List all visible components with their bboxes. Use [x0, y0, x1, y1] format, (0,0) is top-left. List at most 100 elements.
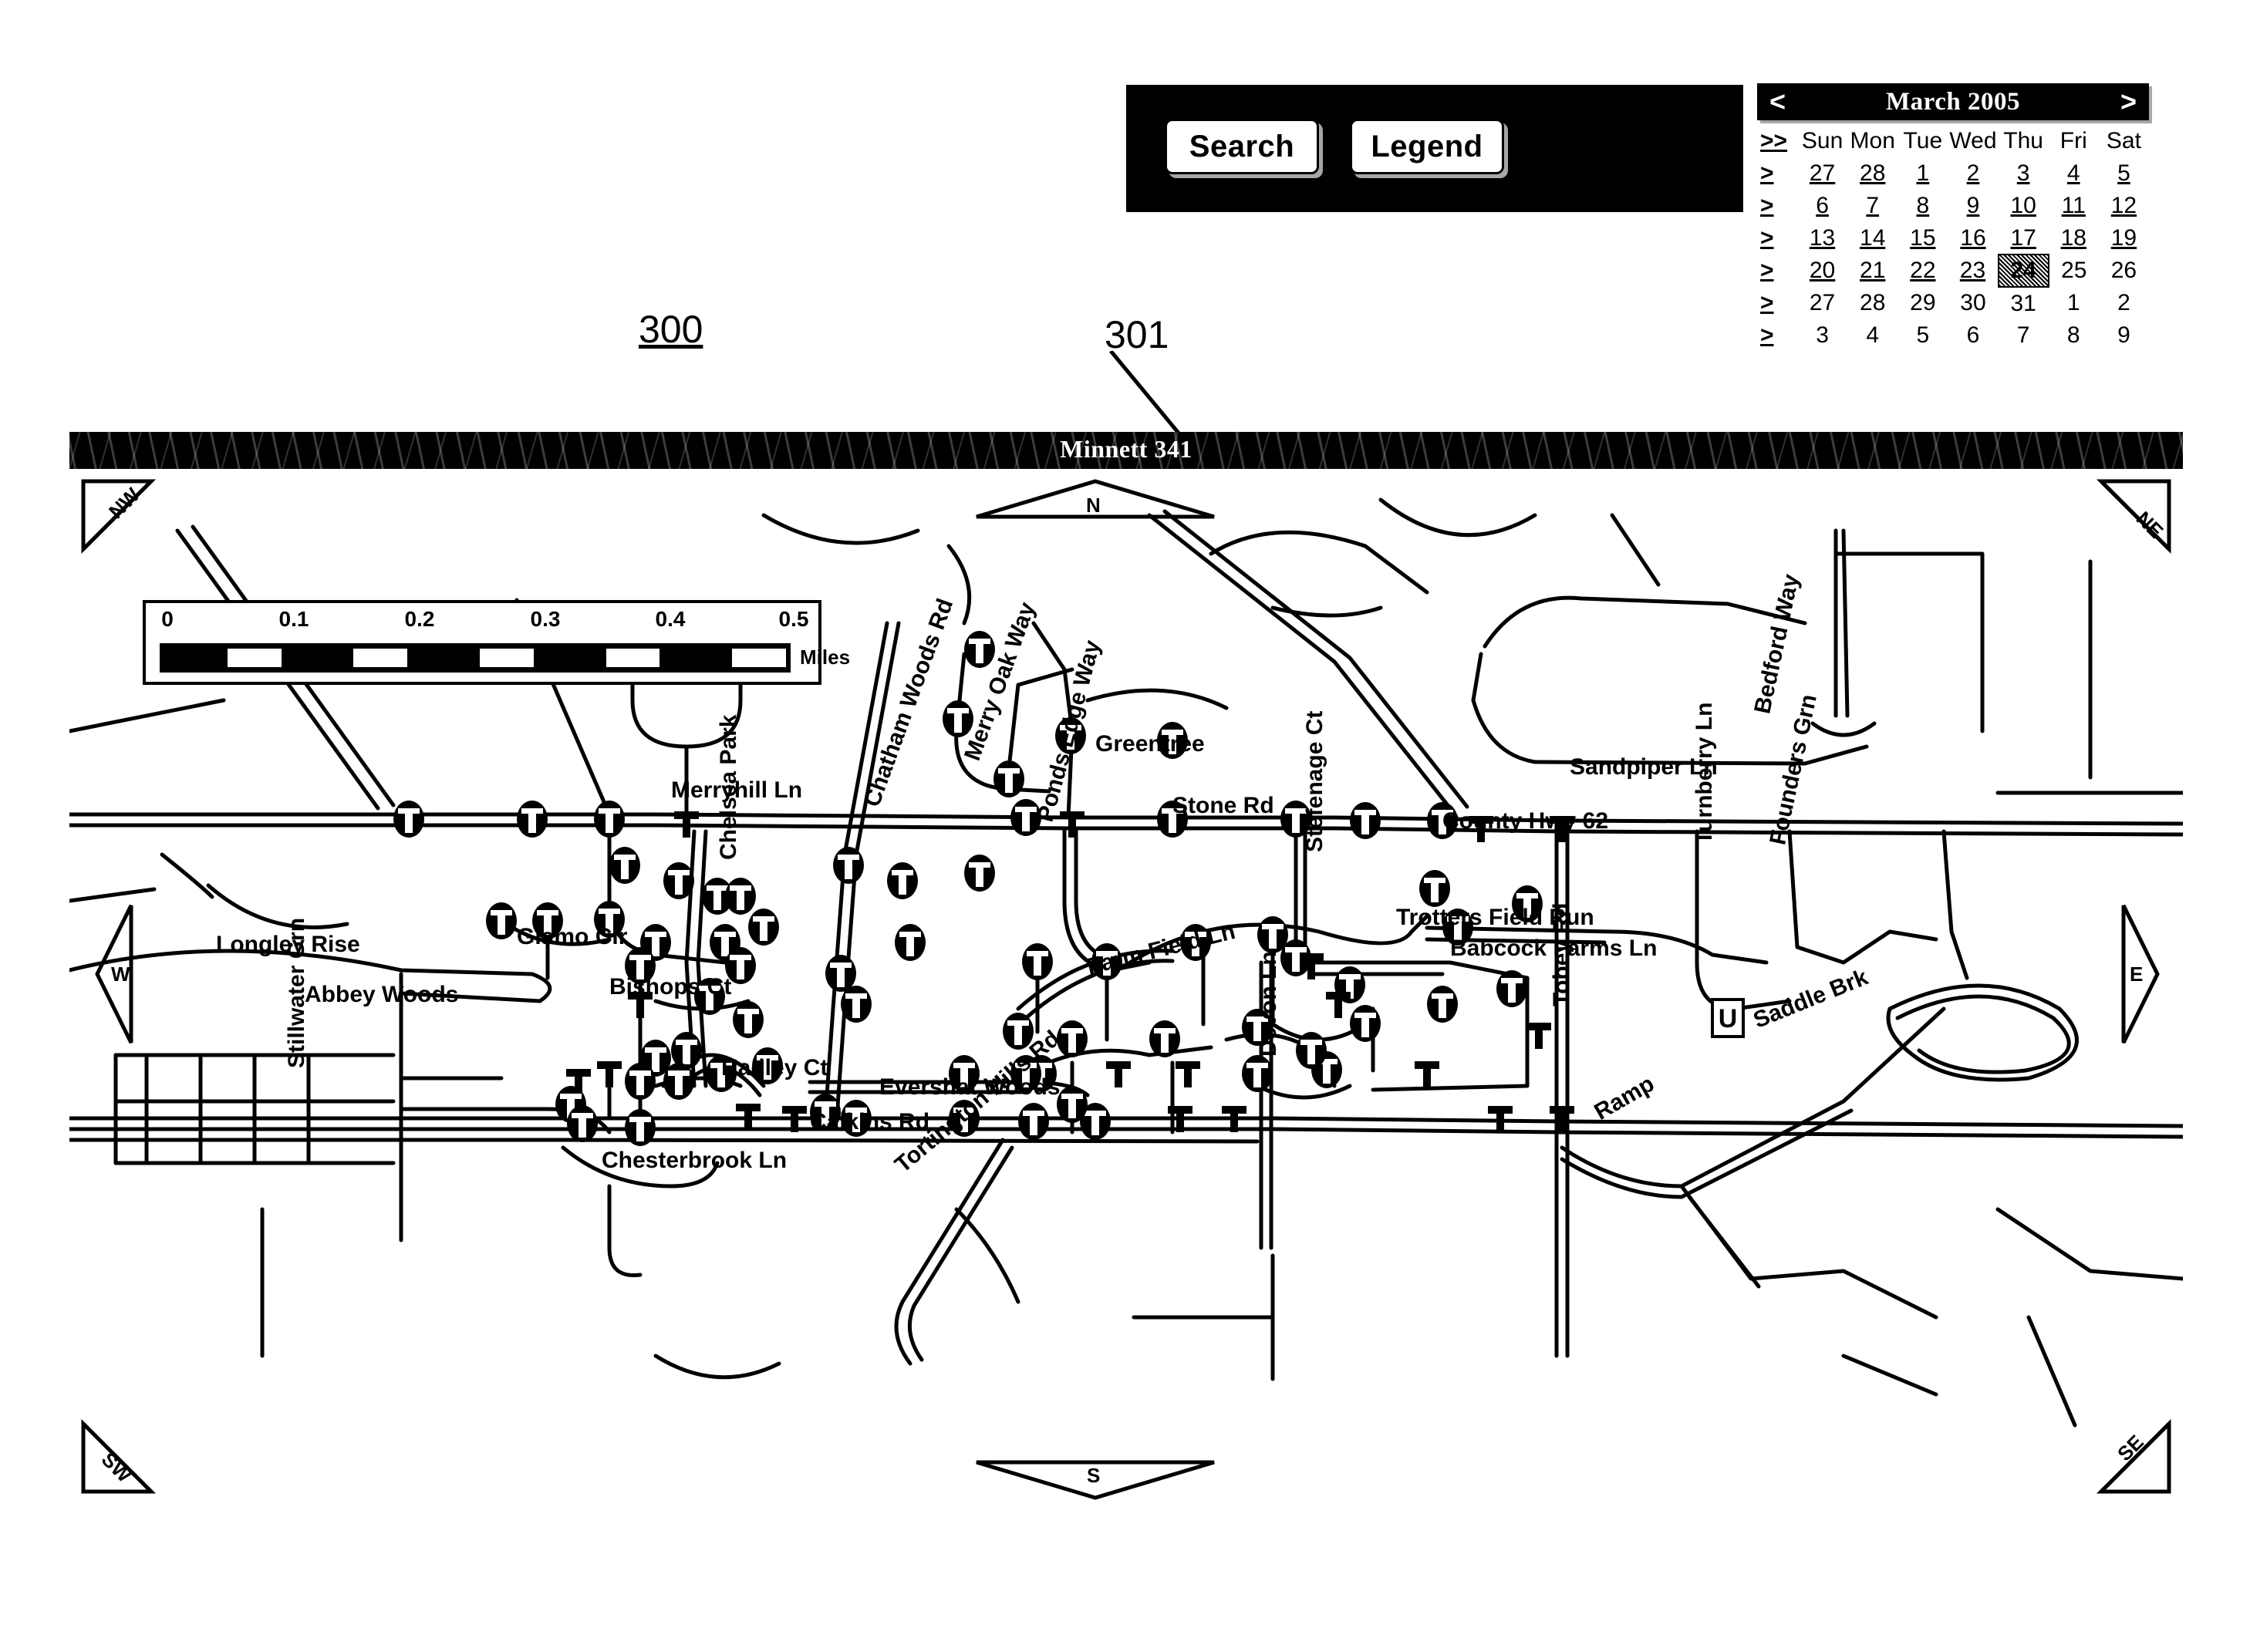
calendar-day-cell[interactable]: 15	[1897, 222, 1948, 255]
calendar-day-cell[interactable]: 21	[1847, 255, 1897, 287]
calendar-day-cell[interactable]: 8	[1897, 190, 1948, 222]
street-label: Devon Ln	[1256, 951, 1281, 1057]
calendar-day-cell: 7	[2016, 322, 2030, 348]
calendar-day-cell[interactable]: 2	[1948, 157, 1998, 190]
calendar-select-week-button[interactable]: >	[1757, 190, 1797, 222]
calendar-day-cell[interactable]: 1	[1897, 157, 1948, 190]
calendar-day-cell[interactable]: 19	[2099, 222, 2149, 255]
calendar-header: < March 2005 >	[1757, 83, 2149, 120]
map-window: Minnett 341 0 0.1 0.2 0.3 0.4 0.5 Miles …	[69, 432, 2183, 1512]
calendar-week-row: >6 7 8 9 10 11 12	[1757, 190, 2149, 222]
calendar-day-cell[interactable]: 22	[1897, 255, 1948, 287]
compass-se-icon: SE	[2096, 1418, 2171, 1494]
calendar-day-cell[interactable]: 23	[1948, 255, 1998, 287]
street-label: Abbey Woods	[305, 982, 459, 1007]
calendar-week-row: >27 28 1 2 3 4 5	[1757, 157, 2149, 190]
calendar-day-cell[interactable]: 24	[1997, 254, 2049, 288]
calendar-day-cell: 3	[1816, 322, 1829, 348]
svg-text:N: N	[1086, 494, 1101, 517]
calendar-prev-month-button[interactable]: <	[1759, 88, 1796, 116]
map-canvas[interactable]: 0 0.1 0.2 0.3 0.4 0.5 Miles NW NE SW SE …	[69, 469, 2183, 1512]
street-label: Stillwater Grn	[284, 917, 309, 1068]
scale-tick: 0.4	[655, 607, 686, 631]
scale-segment	[606, 649, 660, 667]
calendar-week-row: >20 21 22 23 24 25 26	[1757, 254, 2149, 288]
calendar-select-week-button[interactable]: >	[1757, 255, 1797, 287]
street-label: Turnberry Ln	[1692, 702, 1717, 845]
calendar-weekday-row: >> Sun Mon Tue Wed Thu Fri Sat	[1757, 125, 2149, 157]
svg-text:SW: SW	[97, 1448, 137, 1487]
calendar-day-cell[interactable]: 20	[1797, 255, 1847, 287]
calendar-select-week-button[interactable]: >	[1757, 222, 1797, 255]
calendar-day-cell: 4	[1866, 322, 1880, 348]
calendar-day-cell[interactable]: 12	[2099, 190, 2149, 222]
calendar-select-week-button[interactable]: >	[1757, 157, 1797, 190]
calendar-day-cell[interactable]: 4	[2049, 157, 2099, 190]
calendar-day-cell[interactable]: 17	[1999, 222, 2049, 255]
calendar-day-cell: 31	[2010, 290, 2036, 316]
weekday-header: Fri	[2059, 128, 2087, 153]
weekday-header: Wed	[1949, 128, 1997, 153]
calendar-day-cell[interactable]: 13	[1797, 222, 1847, 255]
map-toolbar: Search Legend	[1126, 85, 1743, 212]
calendar-day-cell[interactable]: 10	[1999, 190, 2049, 222]
calendar-day-cell: 25	[2061, 258, 2087, 283]
calendar-select-all-weeks[interactable]: >>	[1757, 125, 1797, 157]
calendar-week-row: >27 28 29 30 31 1 2	[1757, 287, 2149, 319]
compass-nw-icon: NW	[81, 479, 157, 555]
street-label: Glamo Cir	[517, 924, 628, 949]
scale-segment	[417, 649, 471, 667]
scale-tick-labels: 0 0.1 0.2 0.3 0.4 0.5	[146, 607, 825, 635]
date-picker-calendar: < March 2005 > >> Sun Mon Tue Wed Thu Fr…	[1757, 83, 2149, 352]
scale-segment	[732, 649, 786, 667]
calendar-day-cell[interactable]: 7	[1847, 190, 1897, 222]
search-button[interactable]: Search	[1165, 119, 1319, 174]
compass-w-icon: W	[95, 904, 133, 1044]
street-label: Hadley Ct	[721, 1055, 828, 1081]
calendar-month-title: March 2005	[1886, 87, 2020, 116]
map-title-bar: Minnett 341	[69, 432, 2183, 469]
legend-button[interactable]: Legend	[1350, 119, 1504, 174]
svg-text:NW: NW	[104, 483, 144, 523]
calendar-day-cell[interactable]: 18	[2049, 222, 2099, 255]
compass-s-icon: S	[976, 1460, 1215, 1500]
calendar-day-cell: 1	[2066, 290, 2080, 315]
figure-page: Search Legend < March 2005 > >> Sun Mon …	[0, 0, 2250, 1652]
street-label: County Hwy 62	[1442, 808, 1609, 834]
calendar-day-cell[interactable]: 28	[1847, 157, 1897, 190]
compass-n-icon: N	[976, 479, 1215, 519]
calendar-day-cell[interactable]: 5	[2099, 157, 2149, 190]
calendar-select-week-button[interactable]: >	[1757, 287, 1797, 319]
svg-text:E: E	[2130, 963, 2143, 986]
calendar-day-cell[interactable]: 9	[1948, 190, 1998, 222]
weekday-header: Sun	[1801, 128, 1844, 153]
scale-segment	[353, 649, 408, 667]
calendar-day-cell[interactable]: 6	[1797, 190, 1847, 222]
calendar-day-cell[interactable]: 11	[2049, 190, 2099, 222]
calendar-grid: >> Sun Mon Tue Wed Thu Fri Sat >27 28 1 2 3 4…	[1757, 125, 2149, 352]
street-label: Stone Rd	[1172, 793, 1274, 818]
calendar-day-cell: 8	[2066, 322, 2080, 348]
street-label: Chelsea Park	[716, 714, 741, 860]
calendar-day-cell[interactable]: 3	[1999, 157, 2049, 190]
scale-segment	[479, 649, 534, 667]
calendar-next-month-button[interactable]: >	[2110, 88, 2147, 116]
scale-tick: 0	[161, 607, 174, 631]
calendar-day-cell: 26	[2110, 258, 2137, 283]
calendar-week-row: >3 4 5 6 7 8 9	[1757, 319, 2149, 352]
calendar-day-cell[interactable]: 14	[1847, 222, 1897, 255]
scale-tick: 0.5	[778, 607, 809, 631]
route-marker-u: U	[1711, 998, 1745, 1038]
figure-reference-300: 300	[639, 308, 703, 351]
scale-segment	[227, 649, 282, 667]
calendar-day-cell[interactable]: 16	[1948, 222, 1998, 255]
street-label: Tobey Rd	[1549, 902, 1574, 1006]
street-label: Bishops Ct	[609, 974, 732, 1000]
calendar-day-cell[interactable]: 27	[1797, 157, 1847, 190]
compass-ne-icon: NE	[2096, 479, 2171, 555]
calendar-day-cell: 5	[1916, 322, 1930, 348]
calendar-select-week-button[interactable]: >	[1757, 319, 1797, 352]
calendar-day-cell: 27	[1809, 290, 1836, 315]
street-label: Chesterbrook Ln	[602, 1148, 788, 1173]
scale-segment	[669, 649, 724, 667]
